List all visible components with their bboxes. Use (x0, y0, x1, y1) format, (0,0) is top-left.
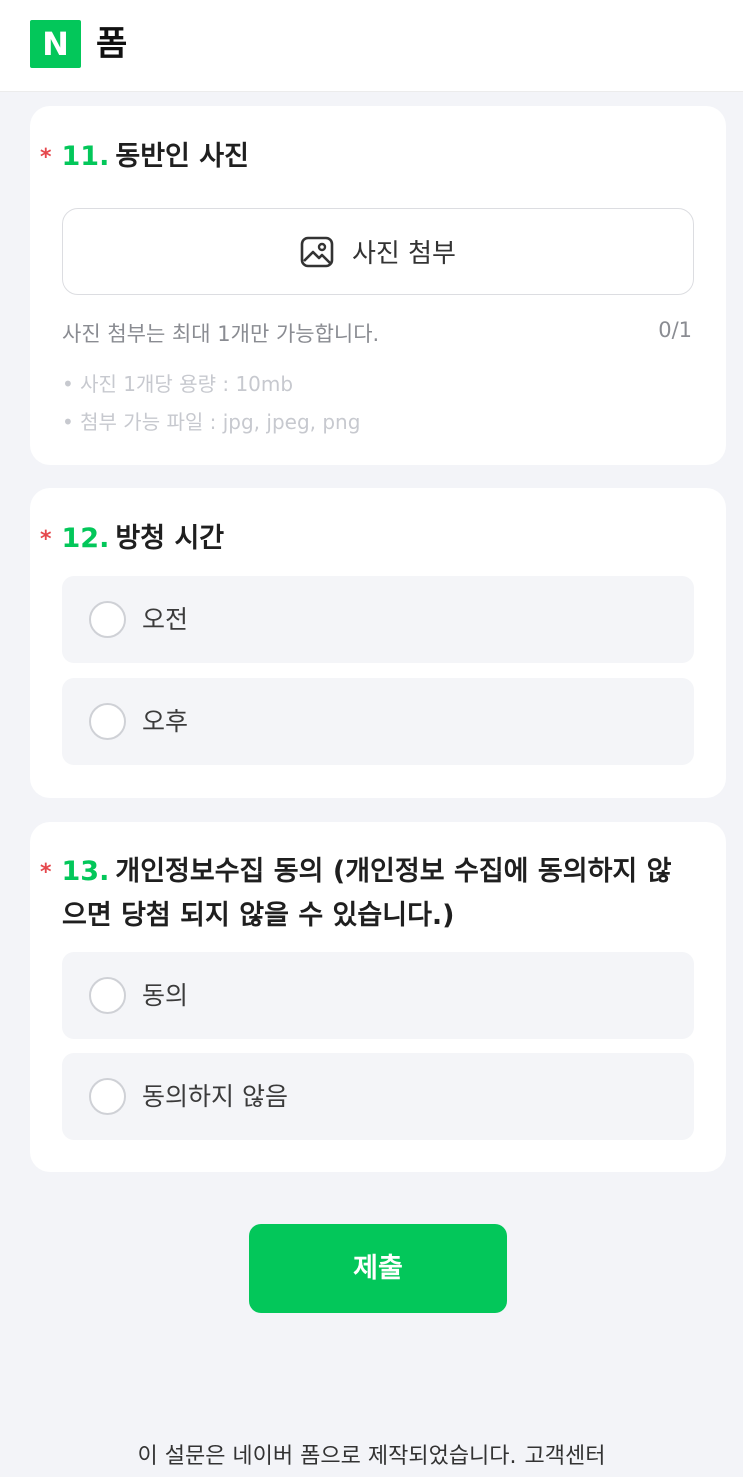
attach-count: 0/1 (658, 318, 692, 342)
attach-size-rule: • 사진 1개당 용량 : 10mb (62, 372, 294, 396)
photo-attach-button[interactable]: 사진 첨부 (62, 208, 694, 295)
question-card-12: * 12. 방청 시간 오전 오후 (30, 488, 726, 798)
option-label: 오후 (142, 707, 189, 736)
question-title-11: * 11. 동반인 사진 (40, 135, 696, 180)
question-title-12: * 12. 방청 시간 (40, 517, 696, 562)
question-text-line2: 으면 당첨 되지 않을 수 있습니다.) (62, 900, 455, 931)
footer: 이 설문은 네이버 폼으로 제작되었습니다. 고객센터 (0, 1438, 743, 1470)
question-number: 11. (61, 141, 110, 172)
question-card-13: * 13. 개인정보수집 동의 (개인정보 수집에 동의하지 않 으면 당첨 되지 … (30, 822, 726, 1172)
footer-text: 이 설문은 네이버 폼으로 제작되었습니다. (137, 1444, 517, 1469)
question-title-13-line2: 으면 당첨 되지 않을 수 있습니다.) (62, 894, 696, 938)
submit-button[interactable]: 제출 (249, 1224, 507, 1313)
brand-title: 폼 (96, 24, 128, 64)
option-disagree[interactable]: 동의하지 않음 (62, 1053, 694, 1140)
attach-limit-note: 사진 첨부는 최대 1개만 가능합니다. (62, 322, 380, 346)
radio-unchecked-icon[interactable] (89, 977, 126, 1014)
radio-unchecked-icon[interactable] (89, 703, 126, 740)
option-label: 오전 (142, 605, 189, 634)
required-mark: * (40, 144, 52, 170)
question-text: 동반인 사진 (115, 141, 249, 172)
image-icon (300, 236, 334, 267)
customer-center-link[interactable]: 고객센터 (525, 1444, 606, 1469)
app-header: N 폼 (0, 0, 743, 92)
photo-attach-label: 사진 첨부 (352, 239, 456, 269)
option-morning[interactable]: 오전 (62, 576, 694, 663)
radio-unchecked-icon[interactable] (89, 601, 126, 638)
question-text-line1: 개인정보수집 동의 (개인정보 수집에 동의하지 않 (115, 856, 672, 887)
option-agree[interactable]: 동의 (62, 952, 694, 1039)
required-mark: * (40, 859, 52, 885)
question-number: 12. (61, 523, 110, 554)
radio-unchecked-icon[interactable] (89, 1078, 126, 1115)
option-label: 동의 (142, 981, 189, 1010)
question-card-11: * 11. 동반인 사진 사진 첨부 사진 첨부는 최대 1개만 가능합니다. 0/… (30, 106, 726, 465)
question-title-13: * 13. 개인정보수집 동의 (개인정보 수집에 동의하지 않 (40, 850, 696, 895)
naver-logo[interactable]: N (30, 20, 81, 68)
option-afternoon[interactable]: 오후 (62, 678, 694, 765)
attach-type-rule: • 첨부 가능 파일 : jpg, jpeg, png (62, 410, 361, 434)
option-label: 동의하지 않음 (142, 1082, 288, 1111)
question-number: 13. (61, 856, 110, 887)
question-text: 방청 시간 (115, 523, 225, 554)
required-mark: * (40, 526, 52, 552)
